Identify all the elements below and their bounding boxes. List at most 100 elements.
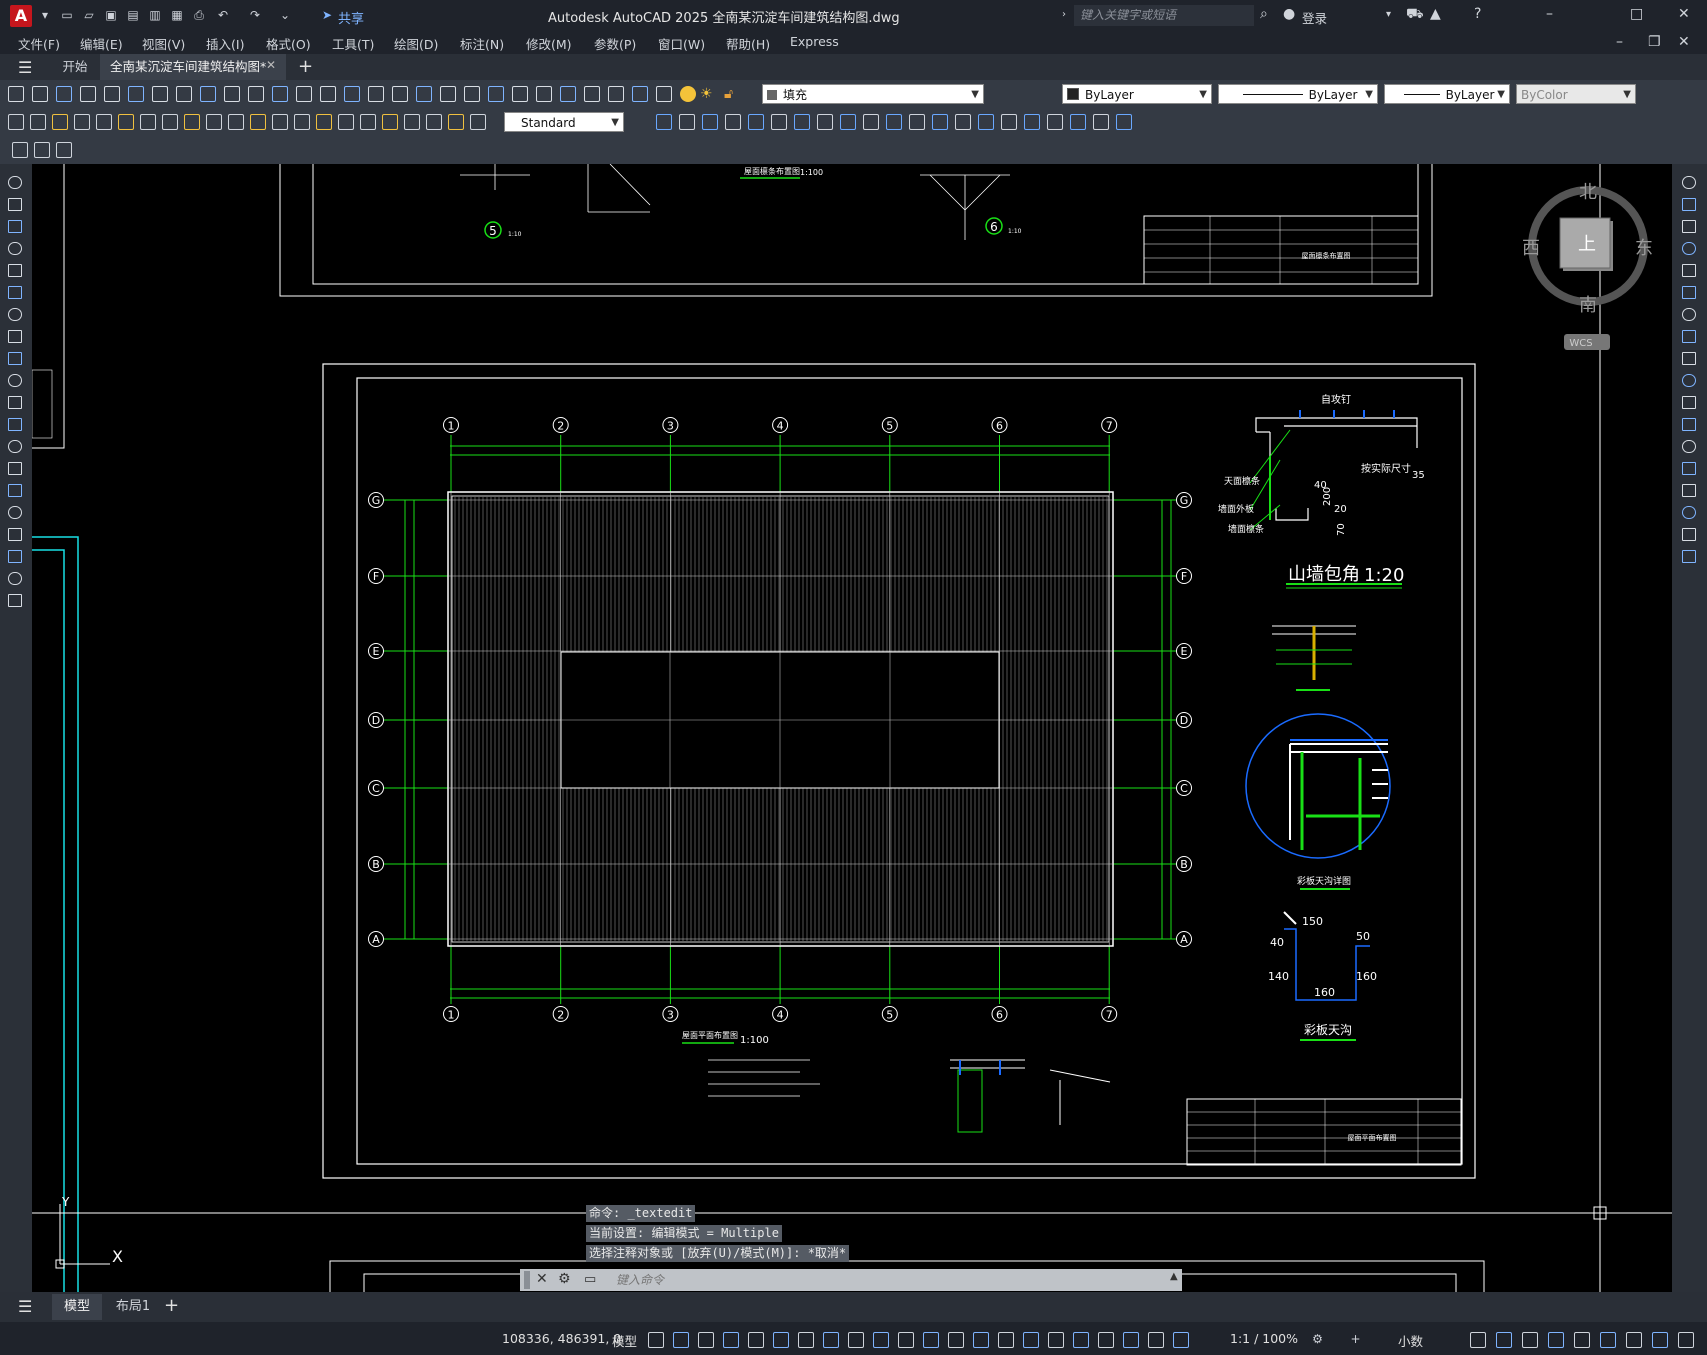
chevron-down-icon[interactable]: ▾ <box>38 8 52 22</box>
modify-palette-tool-icon[interactable] <box>1682 374 1696 387</box>
modify-tool-icon[interactable] <box>725 114 741 130</box>
menu-tools[interactable]: 工具(T) <box>332 34 374 53</box>
draw-tool-icon[interactable] <box>8 550 22 563</box>
dimension-tool-icon[interactable] <box>118 114 134 130</box>
modify-palette-tool-icon[interactable] <box>1682 330 1696 343</box>
status-tool-icon[interactable] <box>1148 1332 1164 1348</box>
modify-tool-icon[interactable] <box>1093 114 1109 130</box>
gear-icon[interactable]: ⚙ <box>1310 1332 1325 1346</box>
maximize-icon[interactable]: □ <box>1630 6 1643 22</box>
standard-tool-icon[interactable] <box>152 86 168 102</box>
draw-palette-icons[interactable] <box>6 176 26 616</box>
tray-tool-icon[interactable] <box>1522 1332 1538 1348</box>
hamburger-menu-icon[interactable]: ☰ <box>18 58 32 77</box>
status-tool-icon[interactable] <box>873 1332 889 1348</box>
save-as-icon[interactable]: ▤ <box>126 8 140 22</box>
menu-help[interactable]: 帮助(H) <box>726 34 770 53</box>
units-dropdown[interactable]: 小数 <box>1398 1331 1423 1350</box>
standard-tool-icon[interactable] <box>272 86 288 102</box>
dimension-tool-icon[interactable] <box>426 114 442 130</box>
drawing-svg[interactable]: 屋面檩条布置图 屋面檩条布置图 1:100 5 1:10 6 1:10 1 1 2 2… <box>32 164 1672 1292</box>
status-tool-icon[interactable] <box>723 1332 739 1348</box>
standard-tool-icon[interactable] <box>104 86 120 102</box>
status-tool-icon[interactable] <box>923 1332 939 1348</box>
tray-tool-icon[interactable] <box>1496 1332 1512 1348</box>
standard-tool-icon[interactable] <box>656 86 672 102</box>
modify-tool-icon[interactable] <box>679 114 695 130</box>
standard-tool-icon[interactable] <box>8 86 24 102</box>
tab-model[interactable]: 模型 <box>52 1294 102 1320</box>
standard-tool-icon[interactable] <box>320 86 336 102</box>
menu-format[interactable]: 格式(O) <box>266 34 311 53</box>
autocad-logo-icon[interactable]: A <box>10 5 32 27</box>
annotation-scale[interactable]: 1:1 / 100% <box>1230 1331 1298 1346</box>
tab-close-icon[interactable]: ✕ <box>266 58 276 72</box>
modify-tool-icon[interactable] <box>771 114 787 130</box>
dimension-tool-icon[interactable] <box>162 114 178 130</box>
draw-tool-icon[interactable] <box>8 176 22 189</box>
modify-palette-tool-icon[interactable] <box>1682 440 1696 453</box>
dimension-tool-icon[interactable] <box>338 114 354 130</box>
modify-palette-icons[interactable] <box>1680 176 1700 576</box>
open-file-icon[interactable]: ▱ <box>82 8 96 22</box>
status-tool-icon[interactable] <box>973 1332 989 1348</box>
status-tool-icon[interactable] <box>798 1332 814 1348</box>
draw-tool-icon[interactable] <box>8 264 22 277</box>
dimension-tool-icon[interactable] <box>140 114 156 130</box>
dimension-tool-icon[interactable] <box>448 114 464 130</box>
linetype-dropdown[interactable]: ByLayer ▼ <box>1218 84 1378 104</box>
user-icon[interactable]: ● <box>1283 6 1295 22</box>
draw-tool-icon[interactable] <box>8 484 22 497</box>
draw-tool-icon[interactable] <box>8 352 22 365</box>
command-input[interactable]: 键入命令 <box>616 1271 1176 1289</box>
dimension-tool-icon[interactable] <box>30 114 46 130</box>
modify-tool-icon[interactable] <box>656 114 672 130</box>
standard-tool-icon[interactable] <box>632 86 648 102</box>
modify-tool-icon[interactable] <box>909 114 925 130</box>
tray-tool-icon[interactable] <box>1600 1332 1616 1348</box>
new-file-icon[interactable]: ▭ <box>60 8 74 22</box>
layer-freeze-icon[interactable]: ☀ <box>700 86 716 102</box>
modify-palette-tool-icon[interactable] <box>1682 550 1696 563</box>
modify-palette-tool-icon[interactable] <box>1682 506 1696 519</box>
tab-document[interactable]: 全南某沉淀车间建筑结构图* <box>100 54 286 80</box>
minimize-icon[interactable]: – <box>1546 6 1553 22</box>
standard-tool-icon[interactable] <box>392 86 408 102</box>
autodesk-a360-icon[interactable]: ▲ <box>1430 6 1441 22</box>
menu-dimension[interactable]: 标注(N) <box>460 34 504 53</box>
chevron-down-icon[interactable]: ▾ <box>1386 9 1391 20</box>
dimension-tool-icon[interactable] <box>52 114 68 130</box>
menu-parametric[interactable]: 参数(P) <box>594 34 636 53</box>
modify-tool-icon[interactable] <box>1001 114 1017 130</box>
draw-tool-icon[interactable] <box>8 396 22 409</box>
layer-tools-icons[interactable] <box>990 86 1050 102</box>
modify-tool-icon[interactable] <box>978 114 994 130</box>
draw-tool-icon[interactable] <box>8 330 22 343</box>
modify-tool-icon[interactable] <box>817 114 833 130</box>
modify-palette-tool-icon[interactable] <box>1682 352 1696 365</box>
standard-tool-icon[interactable] <box>56 86 72 102</box>
status-tool-icon[interactable] <box>698 1332 714 1348</box>
dimension-tool-icon[interactable] <box>470 114 486 130</box>
standard-tool-icon[interactable] <box>176 86 192 102</box>
modify-palette-tool-icon[interactable] <box>1682 484 1696 497</box>
modify-palette-tool-icon[interactable] <box>1682 418 1696 431</box>
menu-insert[interactable]: 插入(I) <box>206 34 244 53</box>
standard-tool-icon[interactable] <box>248 86 264 102</box>
viewcube-top[interactable]: 上 <box>1578 234 1596 255</box>
extra-tool-icon[interactable] <box>56 142 72 158</box>
status-tool-icon[interactable] <box>648 1332 664 1348</box>
layout-menu-icon[interactable]: ☰ <box>18 1297 32 1316</box>
command-settings-icon[interactable]: ⚙ <box>558 1271 571 1287</box>
add-layout-icon[interactable]: + <box>164 1295 179 1316</box>
tray-tool-icon[interactable] <box>1470 1332 1486 1348</box>
standard-tool-icon[interactable] <box>584 86 600 102</box>
standard-tool-icon[interactable] <box>512 86 528 102</box>
dimension-tool-icon[interactable] <box>96 114 112 130</box>
model-space-button[interactable]: 模型 <box>612 1331 637 1350</box>
drawing-canvas[interactable]: 屋面檩条布置图 屋面檩条布置图 1:100 5 1:10 6 1:10 1 1 2 2… <box>32 164 1672 1292</box>
status-tool-icon[interactable] <box>998 1332 1014 1348</box>
tray-tool-icon[interactable] <box>1652 1332 1668 1348</box>
doc-close-icon[interactable]: ✕ <box>1678 34 1690 50</box>
dimension-tool-icon[interactable] <box>8 114 24 130</box>
